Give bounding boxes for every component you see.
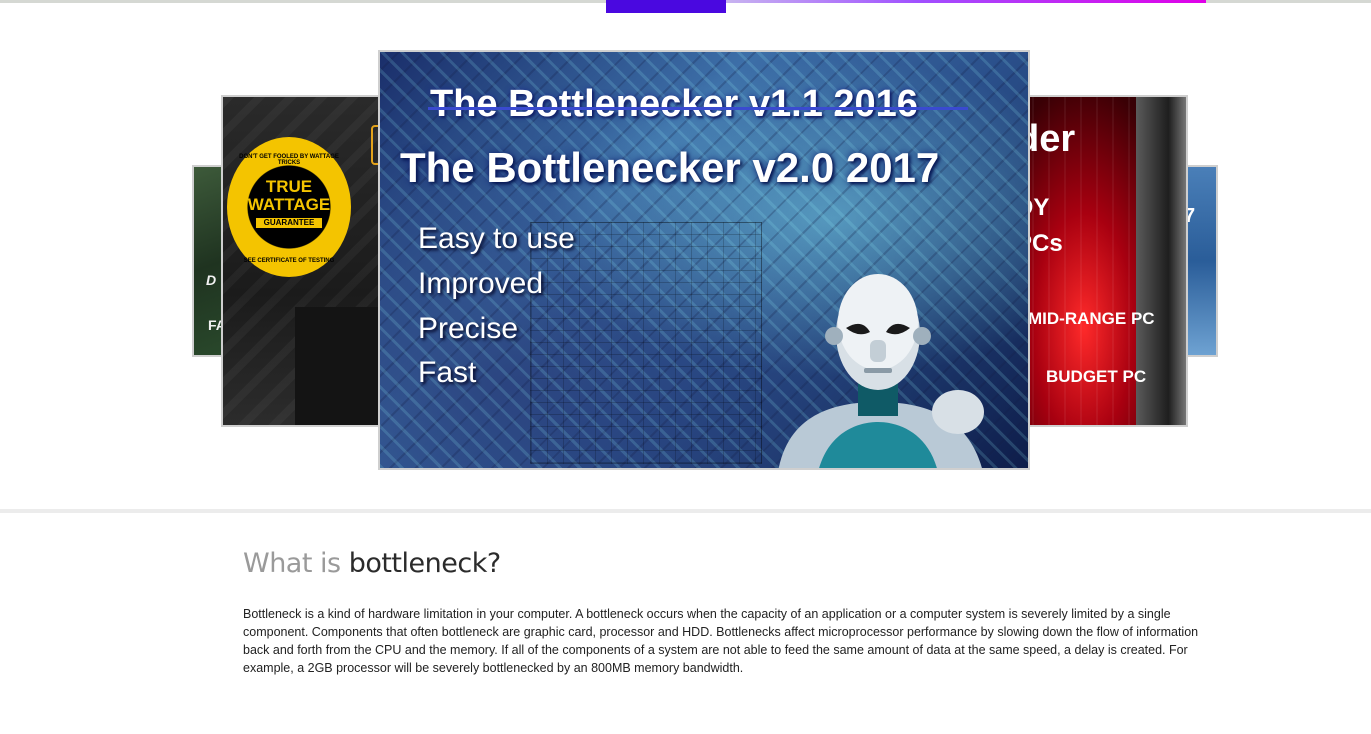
slide-line-mid-range: MID-RANGE PC bbox=[1028, 309, 1155, 328]
section-heading: What is bottleneck? bbox=[243, 545, 1203, 583]
carousel-slide-left[interactable]: DON'T GET FOOLED BY WATTAGE TRICKS TRUE … bbox=[221, 95, 391, 427]
true-wattage-badge: DON'T GET FOOLED BY WATTAGE TRICKS TRUE … bbox=[227, 137, 351, 277]
feature-item: Precise bbox=[418, 312, 519, 345]
slide-line-budget: BUDGET PC bbox=[1046, 367, 1147, 386]
badge-line1: TRUE bbox=[265, 177, 313, 196]
carousel-slide-right[interactable]: der DY PCs MID-RANGE PC BUDGET PC bbox=[1014, 95, 1188, 427]
content-section: What is bottleneck? Bottleneck is a kind… bbox=[243, 545, 1203, 690]
heading-dark-part: bottleneck? bbox=[348, 548, 501, 579]
carousel-slide-main[interactable]: The Bottlenecker v1.1 2016 The Bottlenec… bbox=[378, 50, 1030, 470]
badge-line2: WATTAGE bbox=[247, 195, 331, 214]
slide-text: D bbox=[206, 272, 217, 288]
psu-shape bbox=[295, 307, 385, 425]
top-progress-bar bbox=[0, 0, 1371, 13]
badge-ribbon: GUARANTEE bbox=[256, 218, 322, 228]
feature-item: Easy to use bbox=[418, 222, 575, 255]
strikethrough-line bbox=[428, 107, 968, 110]
section-paragraph: Bottleneck is a kind of hardware limitat… bbox=[243, 607, 1199, 675]
badge-top-text: DON'T GET FOOLED BY WATTAGE TRICKS bbox=[239, 154, 339, 166]
section-divider bbox=[0, 509, 1371, 513]
schematic-overlay bbox=[530, 222, 762, 464]
progress-track-spacer bbox=[0, 3, 606, 12]
heading-light-part: What is bbox=[243, 548, 341, 579]
badge-bottom-text: SEE CERTIFICATE OF TESTING bbox=[243, 258, 335, 264]
robot-icon bbox=[778, 274, 984, 468]
feature-item: Fast bbox=[418, 356, 477, 389]
progress-gradient bbox=[726, 0, 1206, 3]
feature-item: Improved bbox=[418, 267, 544, 300]
image-carousel[interactable]: D FA 7 DON'T GET FOOLED BY WATTAGE TRICK… bbox=[0, 12, 1371, 508]
slide-title-new: The Bottlenecker v2.0 2017 bbox=[400, 144, 940, 191]
slide-title-old: The Bottlenecker v1.1 2016 bbox=[430, 83, 918, 125]
